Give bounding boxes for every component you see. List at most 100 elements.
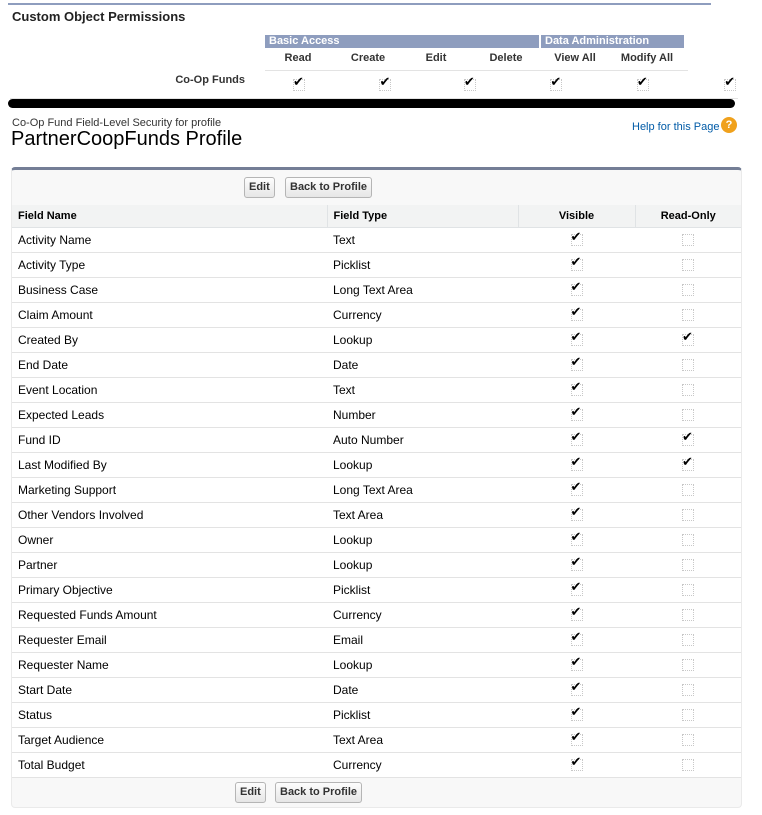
field-name: Requester Name [12,652,327,678]
field-name: Claim Amount [12,302,327,328]
table-row: Partner Lookup [12,552,741,578]
visible-cell [518,452,635,478]
field-type: Text Area [327,502,518,528]
field-type: Picklist [327,252,518,278]
top-divider [8,3,711,5]
field-name: Marketing Support [12,477,327,503]
edit-button-bottom[interactable]: Edit [235,782,266,803]
back-to-profile-button-top[interactable]: Back to Profile [285,177,373,198]
perm-header-read: Read [284,52,312,64]
read-only-checkbox [682,309,694,322]
visible-cell [518,477,635,503]
table-header-row: Field Name Field Type Visible Read-Only [12,205,741,228]
field-type: Text [327,227,518,253]
field-name: Other Vendors Involved [12,502,327,528]
field-name: Target Audience [12,727,327,753]
redaction-bar [8,99,735,108]
edit-button-top[interactable]: Edit [244,177,275,198]
visible-cell [518,277,635,303]
field-type: Lookup [327,652,518,678]
visible-checkbox [570,555,583,572]
read-only-cell [635,452,741,478]
visible-cell [518,527,635,553]
table-row: Activity Name Text [12,227,741,253]
read-only-checkbox [682,409,694,422]
back-to-profile-button-bottom[interactable]: Back to Profile [275,782,363,803]
field-name: Owner [12,527,327,553]
read-only-cell [635,302,741,328]
visible-checkbox [570,280,583,297]
read-only-cell [635,377,741,403]
read-only-cell [635,527,741,553]
read-only-checkbox [682,634,694,647]
field-name: Created By [12,327,327,353]
table-row: Status Picklist [12,702,741,728]
visible-cell [518,702,635,728]
visible-checkbox [570,455,583,472]
visible-checkbox [570,355,583,372]
visible-checkbox [570,405,583,422]
visible-checkbox [570,505,583,522]
field-type: Date [327,677,518,703]
visible-cell [518,577,635,603]
read-only-checkbox [682,684,694,697]
visible-cell [518,327,635,353]
table-row: Primary Objective Picklist [12,577,741,603]
visible-cell [518,627,635,653]
field-type: Email [327,627,518,653]
field-name: Activity Type [12,252,327,278]
perm-header-modify-all: Modify All [620,52,674,64]
read-only-checkbox [682,759,694,772]
read-only-checkbox [682,559,694,572]
visible-checkbox [570,380,583,397]
visible-cell [518,677,635,703]
field-name: Status [12,702,327,728]
field-type: Long Text Area [327,477,518,503]
visible-cell [518,752,635,778]
table-row: Created By Lookup [12,327,741,353]
table-row: Owner Lookup [12,527,741,553]
custom-object-permissions-table: Basic Access Data Administration Read Cr… [0,35,737,91]
read-only-cell [635,227,741,253]
help-link[interactable]: Help for this Page [632,121,719,133]
read-only-checkbox [682,359,694,372]
col-read-only: Read-Only [635,205,741,228]
table-row: Requested Funds Amount Currency [12,602,741,628]
visible-cell [518,602,635,628]
perm-delete-checkbox [550,75,563,91]
visible-checkbox [570,630,583,647]
visible-cell [518,502,635,528]
field-name: Last Modified By [12,452,327,478]
table-row: Claim Amount Currency [12,302,741,328]
group-basic-access: Basic Access [265,35,539,48]
visible-cell [518,302,635,328]
question-icon[interactable]: ? [721,117,737,133]
field-type: Date [327,352,518,378]
field-type: Picklist [327,577,518,603]
field-type: Text [327,377,518,403]
read-only-cell [635,602,741,628]
perm-header-view-all: View All [554,52,596,64]
read-only-checkbox [682,259,694,272]
table-row: Other Vendors Involved Text Area [12,502,741,528]
table-body: Activity NameTextActivity TypePicklistBu… [12,227,741,778]
read-only-checkbox [682,384,694,397]
read-only-cell [635,352,741,378]
perm-header-delete: Delete [489,52,523,64]
field-type: Currency [327,302,518,328]
perm-view-all-checkbox [636,75,649,91]
field-name: End Date [12,352,327,378]
field-name: Event Location [12,377,327,403]
visible-checkbox [570,580,583,597]
table-row: Start Date Date [12,677,741,703]
field-name: Partner [12,552,327,578]
custom-object-permissions-title: Custom Object Permissions [12,9,186,24]
field-type: Auto Number [327,427,518,453]
perm-edit-checkbox [463,75,476,91]
visible-cell [518,427,635,453]
field-type: Lookup [327,552,518,578]
table-row: Requester Email Email [12,627,741,653]
visible-cell [518,652,635,678]
read-only-checkbox [682,659,694,672]
field-name: Expected Leads [12,402,327,428]
